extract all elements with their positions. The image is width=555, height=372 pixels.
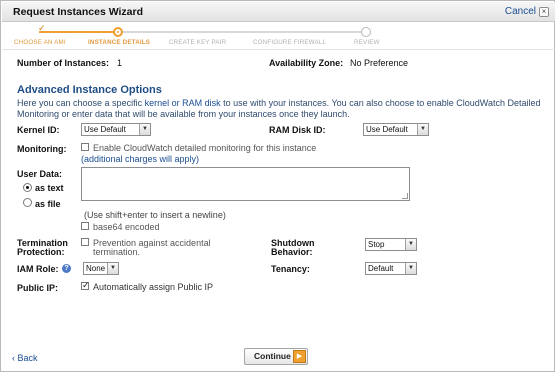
- cancel-link[interactable]: Cancel: [505, 6, 536, 17]
- continue-button[interactable]: Continue ▶: [244, 348, 308, 365]
- continue-button-label: Continue: [254, 351, 291, 361]
- wizard-title: Request Instances Wizard: [13, 6, 144, 18]
- help-icon[interactable]: ?: [62, 264, 71, 273]
- user-data-label: User Data:: [17, 169, 63, 179]
- wizard-progress: ✓ CHOOSE AN AMI INSTANCE DETAILS CREATE …: [2, 22, 555, 50]
- close-icon[interactable]: ×: [539, 7, 549, 17]
- back-link[interactable]: ‹ Back: [12, 353, 38, 363]
- chevron-down-icon: ▼: [405, 239, 416, 250]
- instances-count-value: 1: [117, 58, 123, 68]
- as-file-label: as file: [35, 199, 61, 209]
- shutdown-behavior-select[interactable]: Stop ▼: [365, 238, 417, 251]
- instances-count-label: Number of Instances:: [17, 58, 110, 68]
- public-ip-label: Public IP:: [17, 283, 59, 293]
- monitoring-charges-note: (additional charges will apply): [81, 154, 200, 164]
- current-step-marker: [113, 27, 123, 37]
- chevron-down-icon: ▼: [405, 263, 416, 274]
- step-choose-ami: CHOOSE AN AMI: [14, 39, 66, 46]
- progress-track-done: [39, 31, 122, 33]
- chevron-down-icon: ▼: [139, 124, 150, 135]
- advanced-options-heading: Advanced Instance Options: [17, 84, 162, 96]
- step-instance-details: INSTANCE DETAILS: [88, 39, 151, 46]
- kernel-id-label: Kernel ID:: [17, 125, 60, 135]
- tenancy-select[interactable]: Default ▼: [365, 262, 417, 275]
- step-configure-firewall: CONFIGURE FIREWALL: [253, 39, 327, 46]
- tenancy-label: Tenancy:: [271, 264, 310, 274]
- as-text-label: as text: [35, 183, 64, 193]
- base64-label: base64 encoded: [93, 222, 160, 232]
- newline-hint: (Use shift+enter to insert a newline): [84, 210, 226, 220]
- kernel-ramdisk-link[interactable]: kernel or RAM disk: [145, 98, 221, 108]
- title-bar: Request Instances Wizard Cancel ×: [2, 2, 555, 22]
- termination-checkbox-line2: termination.: [93, 247, 141, 257]
- ram-disk-id-select[interactable]: Use Default ▼: [363, 123, 429, 136]
- as-text-radio[interactable]: [23, 183, 32, 192]
- step-review: REVIEW: [354, 39, 380, 46]
- availability-zone-label: Availability Zone:: [269, 58, 344, 68]
- iam-role-label: IAM Role:: [17, 264, 59, 274]
- arrow-right-icon: ▶: [293, 350, 306, 363]
- shutdown-label-line2: Behavior:: [271, 247, 313, 257]
- ram-disk-id-label: RAM Disk ID:: [269, 125, 326, 135]
- iam-role-select[interactable]: None ▼: [83, 262, 119, 275]
- availability-zone-value: No Preference: [350, 58, 409, 68]
- monitoring-checkbox[interactable]: [81, 143, 89, 151]
- wizard-window: Request Instances Wizard Cancel × ✓ CHOO…: [0, 0, 555, 372]
- user-data-textarea[interactable]: [81, 167, 410, 201]
- advanced-options-description: Here you can choose a specific kernel or…: [17, 98, 541, 119]
- final-step-marker: [361, 27, 371, 37]
- public-ip-checkbox[interactable]: [81, 280, 90, 291]
- termination-protection-checkbox[interactable]: [81, 238, 89, 246]
- progress-track-remaining: [122, 31, 365, 33]
- as-file-radio[interactable]: [23, 198, 32, 207]
- monitoring-label: Monitoring:: [17, 144, 67, 154]
- monitoring-checkbox-label: Enable CloudWatch detailed monitoring fo…: [93, 143, 317, 153]
- termination-label-line2: Protection:: [17, 247, 65, 257]
- public-ip-checkbox-label: Automatically assign Public IP: [93, 282, 214, 292]
- step-complete-check-icon: ✓: [38, 23, 46, 33]
- chevron-down-icon: ▼: [107, 263, 118, 274]
- step-create-key-pair: CREATE KEY PAIR: [169, 39, 227, 46]
- chevron-down-icon: ▼: [417, 124, 428, 135]
- kernel-id-select[interactable]: Use Default ▼: [81, 123, 151, 136]
- base64-checkbox[interactable]: [81, 222, 89, 230]
